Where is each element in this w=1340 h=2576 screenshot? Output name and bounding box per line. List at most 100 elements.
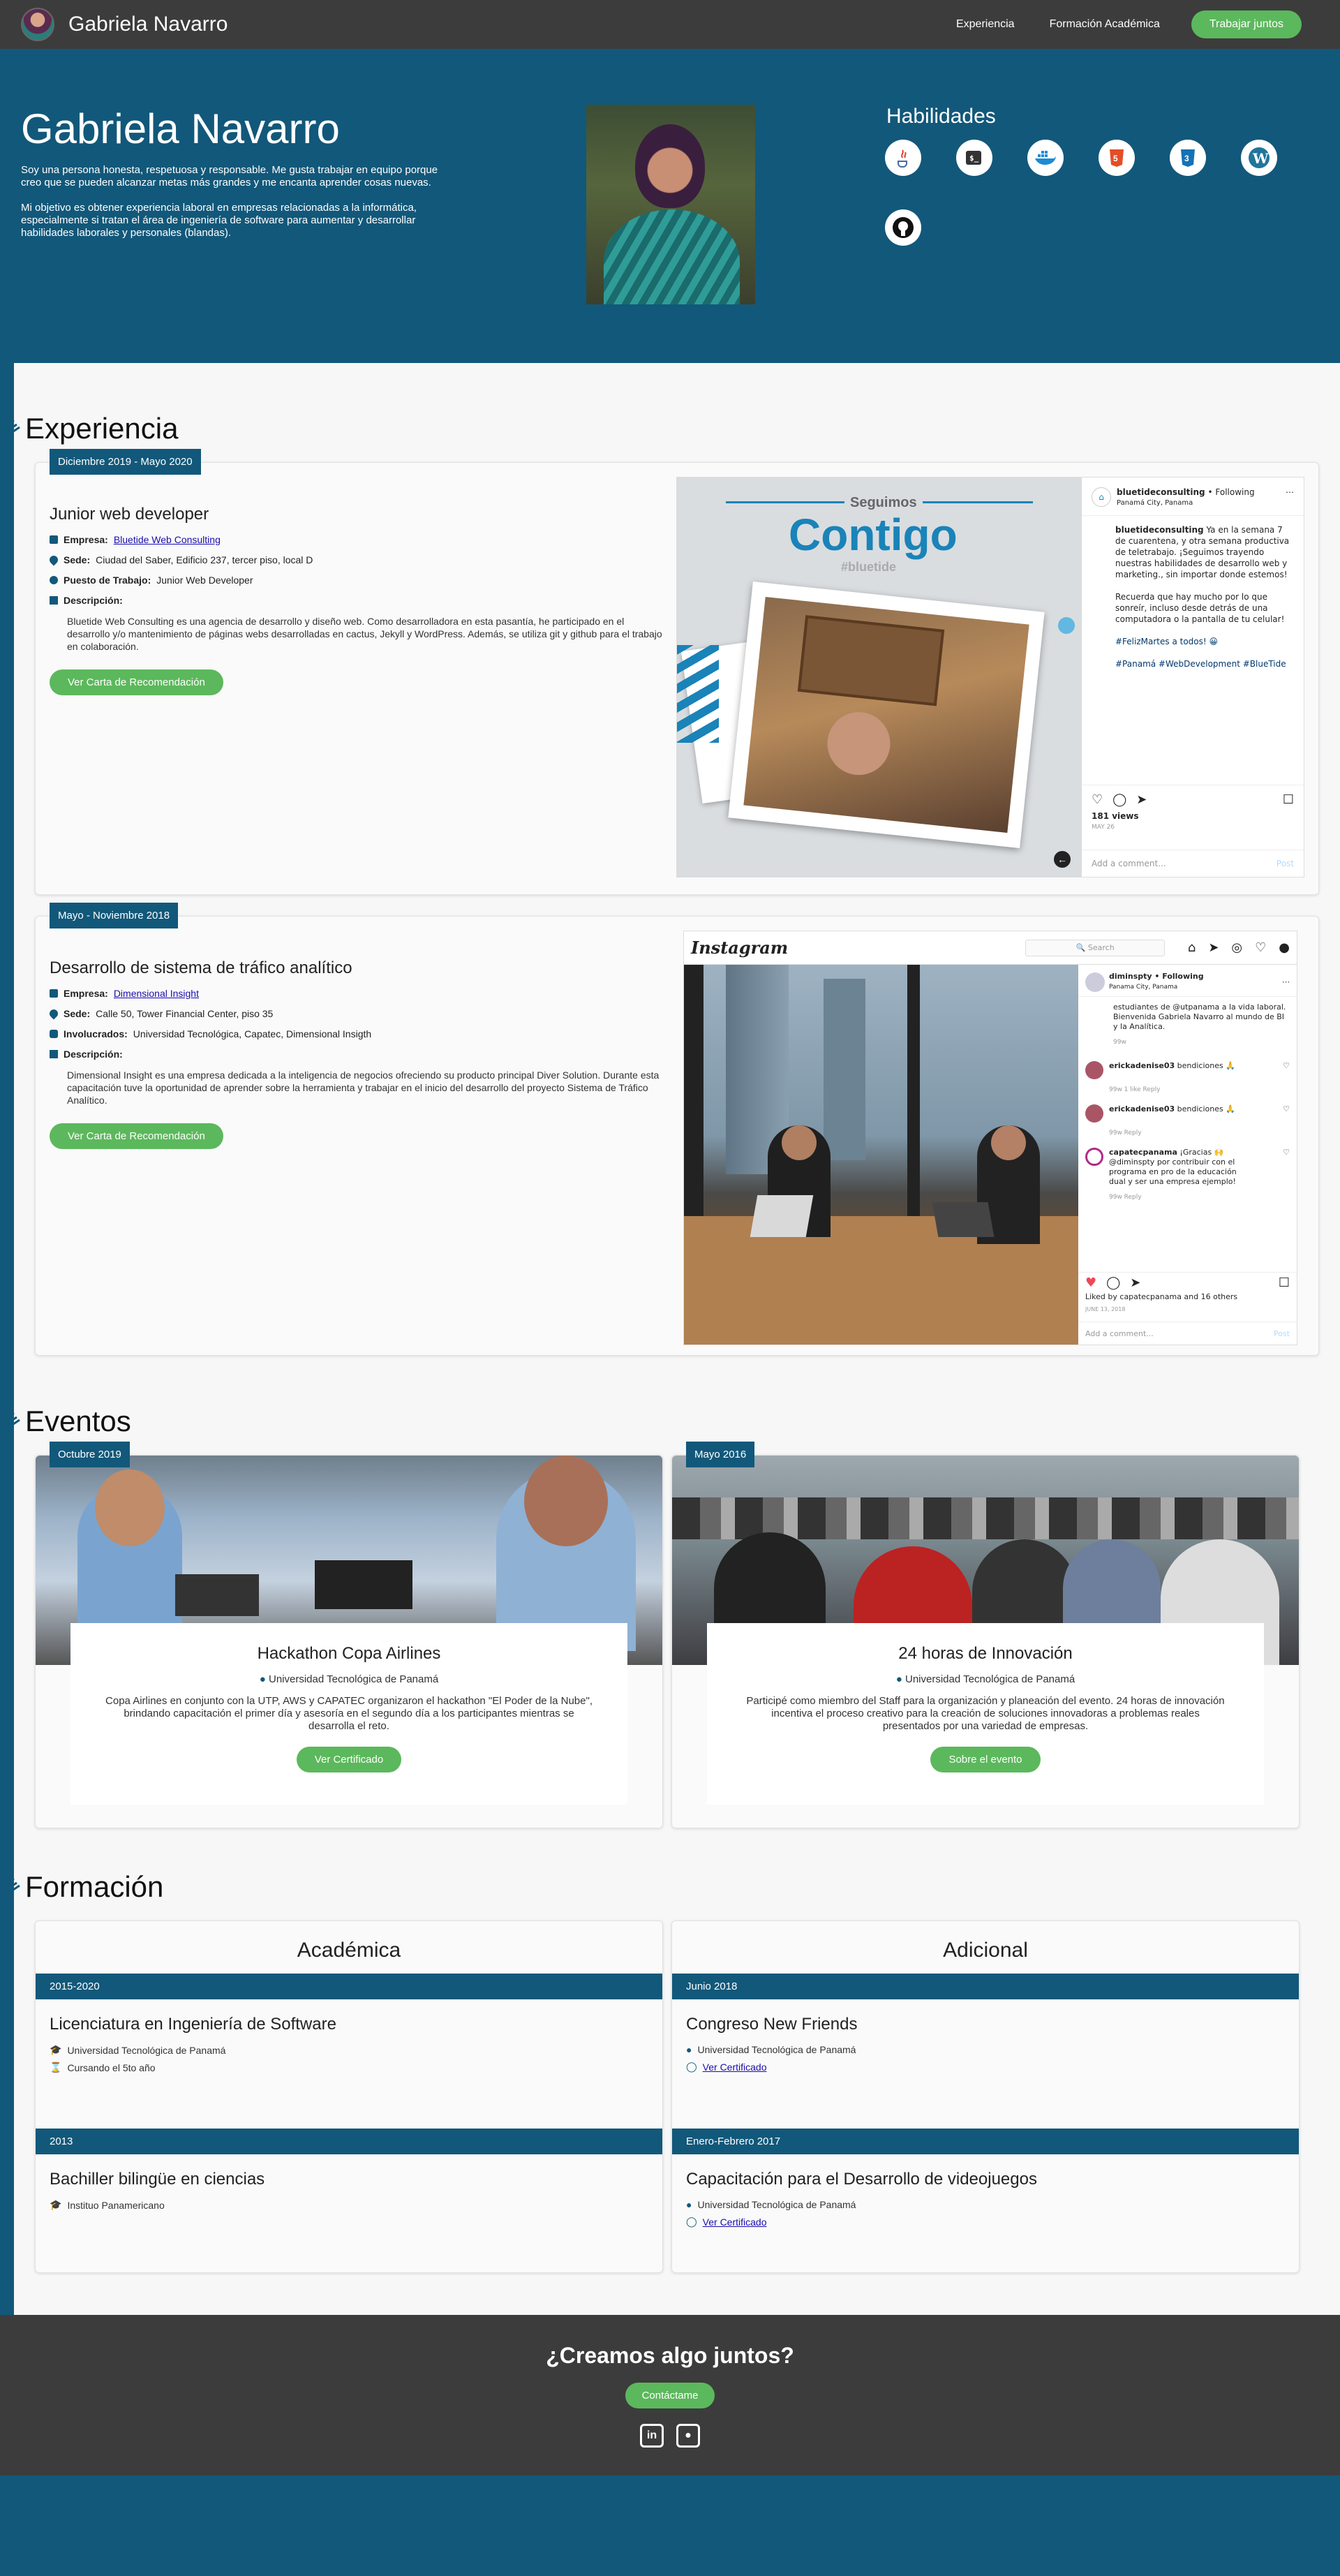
- label: Empresa:: [64, 988, 108, 999]
- profile-photo: [586, 105, 755, 304]
- search-placeholder: Search: [1087, 942, 1115, 952]
- section-title-text: Formación: [25, 1870, 164, 1903]
- trabajar-juntos-button[interactable]: Trabajar juntos: [1191, 10, 1302, 38]
- post-follow[interactable]: • Following: [1207, 487, 1254, 497]
- post-user[interactable]: diminspty • Following: [1109, 972, 1204, 981]
- search-input[interactable]: 🔍 Search: [1025, 939, 1166, 956]
- file-icon: [50, 1050, 58, 1058]
- site-value: Ciudad del Saber, Edificio 237, tercer p…: [96, 554, 313, 565]
- post-user[interactable]: bluetideconsulting: [1117, 487, 1205, 497]
- comment-icon[interactable]: ◯: [1106, 1277, 1120, 1289]
- experience-title: Junior web developer: [50, 505, 209, 524]
- nav-link-experiencia[interactable]: Experiencia: [956, 18, 1015, 31]
- like-comment-icon[interactable]: ♡: [1283, 1104, 1290, 1123]
- share-icon[interactable]: ➤: [1130, 1277, 1140, 1289]
- instagram-logo[interactable]: Instagram: [691, 938, 788, 958]
- bookmark-icon[interactable]: ☐: [1279, 1277, 1290, 1289]
- map-marker-icon: ●: [686, 2044, 692, 2055]
- home-icon[interactable]: ⌂: [1188, 940, 1196, 955]
- heart-icon[interactable]: ♡: [1092, 792, 1103, 807]
- section-title-eventos: Eventos: [0, 1405, 1319, 1438]
- education-place: Universidad Tecnológica de Panamá: [697, 2044, 856, 2055]
- education-item: Capacitación para el Desarrollo de video…: [672, 2154, 1299, 2283]
- recommendation-button[interactable]: Ver Carta de Recomendación: [50, 1123, 223, 1149]
- site-value: Calle 50, Tower Financial Center, piso 3…: [96, 1008, 274, 1019]
- education-additional: Adicional Junio 2018 Congreso New Friend…: [671, 1920, 1300, 2273]
- comment-time: 99w: [1113, 1039, 1126, 1046]
- label: Sede:: [64, 1008, 91, 1019]
- more-options-icon[interactable]: ⋯: [1286, 487, 1294, 497]
- avatar[interactable]: [21, 8, 54, 41]
- date-bar: Junio 2018: [672, 1974, 1299, 1999]
- heart-filled-icon[interactable]: ♥: [1085, 1277, 1096, 1289]
- education-title: Congreso New Friends: [686, 2015, 858, 2034]
- column-title: Adicional: [943, 1939, 1028, 1962]
- event-button[interactable]: Sobre el evento: [930, 1747, 1041, 1772]
- award-icon: ◯: [686, 2061, 697, 2072]
- experience-description: Dimensional Insight es una empresa dedic…: [67, 1069, 660, 1106]
- post-caption-3: #FelizMartes a todos! 😀: [1115, 637, 1219, 646]
- education-place: Universidad Tecnológica de Panamá: [697, 2199, 856, 2210]
- event-title: Hackathon Copa Airlines: [257, 1644, 441, 1663]
- comment-user[interactable]: erickadenise03: [1109, 1061, 1175, 1070]
- label: Empresa:: [64, 534, 108, 545]
- certificate-link[interactable]: Ver Certificado: [703, 2061, 767, 2073]
- award-icon: ◯: [686, 2216, 697, 2227]
- post-likes[interactable]: Liked by capatecpanama and 16 others: [1085, 1292, 1290, 1302]
- like-comment-icon[interactable]: ♡: [1283, 1061, 1290, 1079]
- heart-icon[interactable]: ♡: [1255, 940, 1266, 955]
- comment-icon[interactable]: ◯: [1112, 792, 1126, 807]
- comment-time: 99w Reply: [1109, 1130, 1142, 1137]
- nav-link-formacion[interactable]: Formación Académica: [1050, 18, 1160, 31]
- hero-section: Gabriela Navarro Soy una persona honesta…: [0, 49, 1340, 363]
- avatar[interactable]: [1085, 1148, 1103, 1166]
- add-comment-input[interactable]: Add a comment...: [1092, 859, 1166, 868]
- comment-user[interactable]: capatecpanama: [1109, 1148, 1177, 1157]
- experience-card: Diciembre 2019 - Mayo 2020 Junior web de…: [35, 449, 1319, 895]
- education-title: Licenciatura en Ingeniería de Software: [50, 2015, 336, 2034]
- instagram-post-screenshot: Seguimos Contigo #bluetide ← ⌂ bluetidec: [676, 477, 1304, 878]
- like-comment-icon[interactable]: ♡: [1283, 1148, 1290, 1187]
- event-panel: Hackathon Copa Airlines ● Universidad Te…: [70, 1623, 627, 1805]
- skills-title: Habilidades: [886, 105, 996, 128]
- github-icon[interactable]: ●: [676, 2424, 700, 2448]
- experience-title: Desarrollo de sistema de tráfico analíti…: [50, 958, 352, 977]
- education-columns: Académica 2015-2020 Licenciatura en Inge…: [35, 1920, 1319, 2273]
- event-button[interactable]: Ver Certificado: [296, 1747, 402, 1772]
- post-comment-button[interactable]: Post: [1276, 859, 1294, 868]
- main-content: Experiencia Diciembre 2019 - Mayo 2020 J…: [1, 363, 1340, 2315]
- post-comment-button[interactable]: Post: [1274, 1329, 1290, 1339]
- footer: ¿Creamos algo juntos? Contáctame in ●: [0, 2315, 1340, 2475]
- avatar[interactable]: [1085, 972, 1105, 992]
- experience-description: Bluetide Web Consulting es una agencia d…: [67, 616, 662, 652]
- company-link[interactable]: Dimensional Insight: [114, 988, 199, 999]
- post-caption-2: Recuerda que hay mucho por lo que sonreí…: [1115, 592, 1285, 624]
- bookmark-icon[interactable]: ☐: [1283, 792, 1294, 807]
- avatar[interactable]: [1085, 1061, 1103, 1079]
- svg-text:5: 5: [1113, 154, 1118, 163]
- label: Descripción:: [64, 595, 123, 606]
- graduation-cap-icon: 🎓: [50, 2044, 62, 2055]
- direct-icon[interactable]: ➤: [1208, 940, 1219, 955]
- add-comment-input[interactable]: Add a comment...: [1085, 1329, 1154, 1339]
- svg-text:W: W: [1252, 150, 1269, 167]
- linkedin-icon[interactable]: in: [640, 2424, 664, 2448]
- comment-user[interactable]: erickadenise03: [1109, 1104, 1175, 1113]
- hourglass-icon: ⌛: [50, 2061, 62, 2073]
- explore-icon[interactable]: ◎: [1231, 940, 1242, 955]
- contact-button[interactable]: Contáctame: [625, 2383, 715, 2408]
- comment-text: bendiciones 🙏: [1177, 1061, 1235, 1070]
- briefcase-icon: [50, 535, 58, 544]
- company-link[interactable]: Bluetide Web Consulting: [114, 534, 221, 545]
- brand-name[interactable]: Gabriela Navarro: [68, 13, 228, 36]
- profile-icon[interactable]: ●: [1279, 940, 1290, 955]
- recommendation-button[interactable]: Ver Carta de Recomendación: [50, 669, 223, 695]
- event-panel: 24 horas de Innovación ● Universidad Tec…: [707, 1623, 1264, 1805]
- more-options-icon[interactable]: ⋯: [1282, 977, 1290, 987]
- avatar[interactable]: [1085, 1104, 1103, 1123]
- certificate-link[interactable]: Ver Certificado: [703, 2216, 767, 2228]
- briefcase-icon: [50, 989, 58, 998]
- post-age: JUNE 13, 2018: [1085, 1306, 1126, 1312]
- share-icon[interactable]: ➤: [1136, 792, 1147, 807]
- css3-icon: 3: [1170, 140, 1206, 176]
